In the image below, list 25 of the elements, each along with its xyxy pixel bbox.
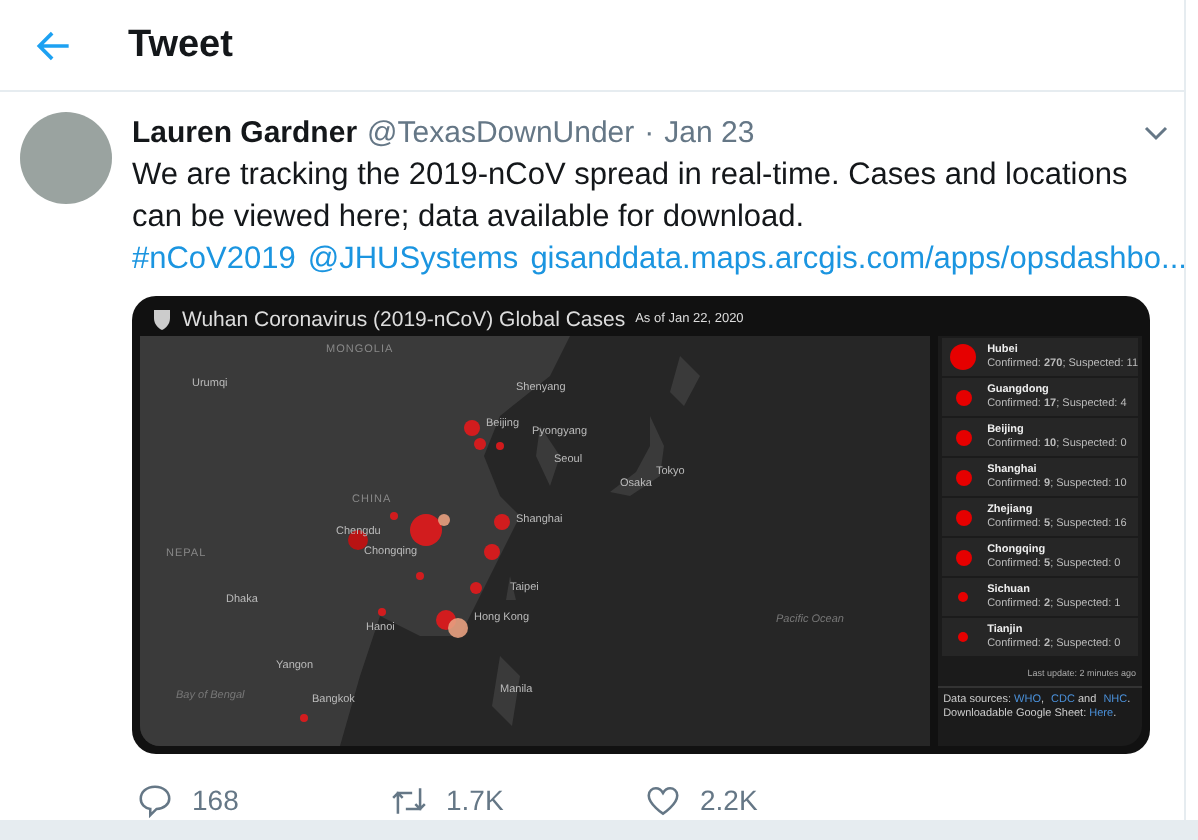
action-count: 168 [192, 784, 239, 816]
author-handle[interactable]: @TexasDownUnder [367, 115, 635, 149]
case-bubble[interactable] [496, 442, 504, 450]
author-name[interactable]: Lauren Gardner [132, 115, 358, 149]
case-dot [955, 469, 972, 485]
reply-icon[interactable] [136, 781, 174, 819]
case-dot [955, 389, 972, 405]
case-dot [955, 509, 972, 525]
avatar[interactable] [20, 112, 112, 204]
case-dot [955, 549, 972, 565]
page-title: Tweet [128, 23, 233, 67]
dashboard-screenshot[interactable] [132, 296, 1150, 754]
case-dot [950, 344, 977, 370]
case-bubble[interactable] [410, 514, 442, 546]
action-count: 1.7K [446, 784, 504, 816]
tweet-date[interactable]: Jan 23 [664, 115, 755, 149]
heart-icon[interactable] [644, 781, 682, 819]
separator-dot: · [644, 115, 655, 149]
dashboard-title: Wuhan Coronavirus (2019-nCoV) Global Cases [182, 307, 626, 331]
case-bubble[interactable] [438, 514, 450, 526]
case-dot [958, 632, 969, 642]
case-dot [955, 429, 972, 445]
case-dot [958, 592, 969, 602]
shield-icon [152, 308, 172, 330]
action-count: 2.2K [700, 784, 758, 816]
